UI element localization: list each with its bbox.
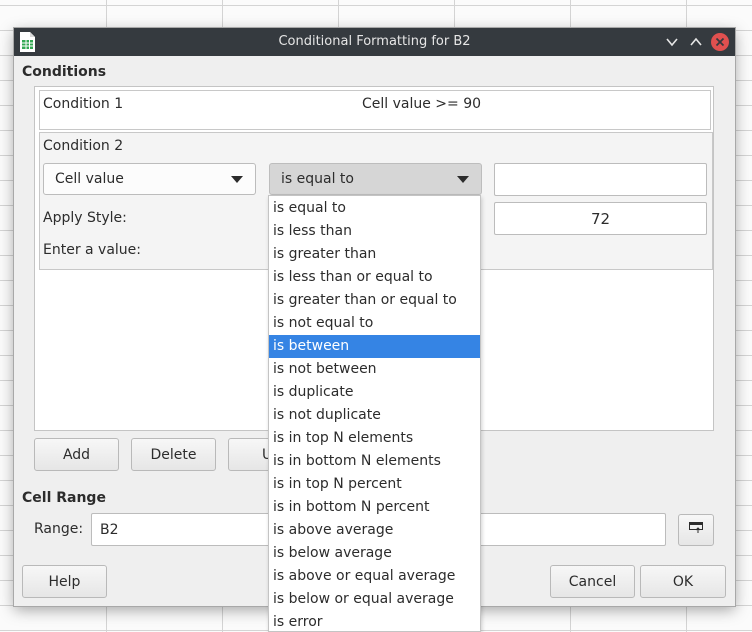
operator-option[interactable]: is not equal to (269, 312, 480, 335)
dialog-title: Conditional Formatting for B2 (278, 34, 471, 49)
enter-value-label: Enter a value: (43, 242, 142, 258)
close-icon (711, 33, 729, 51)
condition-1-entry[interactable]: Condition 1 Cell value >= 90 (39, 90, 711, 130)
operator-option[interactable]: is duplicate (269, 381, 480, 404)
chevron-down-icon[interactable] (662, 32, 682, 52)
conditions-heading: Conditions (22, 64, 107, 80)
condition-1-summary: Cell value >= 90 (362, 96, 482, 112)
add-button[interactable]: Add (34, 438, 119, 471)
operator-option[interactable]: is in top N percent (269, 473, 480, 496)
operator-option[interactable]: is greater than or equal to (269, 289, 480, 312)
operator-option[interactable]: is below average (269, 542, 480, 565)
operator-option[interactable]: is error (269, 611, 480, 632)
operator-option[interactable]: is not duplicate (269, 404, 480, 427)
cancel-button[interactable]: Cancel (550, 565, 635, 598)
operator-option[interactable]: is above average (269, 519, 480, 542)
operator-combo[interactable]: is equal to (269, 163, 482, 195)
apply-style-label: Apply Style: (43, 210, 127, 226)
operator-dropdown-list[interactable]: is equal to is less than is greater than is… (268, 195, 481, 632)
chevron-down-icon (231, 176, 243, 183)
chevron-down-icon (457, 176, 469, 183)
cell-range-heading: Cell Range (22, 490, 106, 506)
operator-option[interactable]: is not between (269, 358, 480, 381)
close-button[interactable] (710, 32, 730, 52)
chevron-up-icon[interactable] (686, 32, 706, 52)
condition-type-value: Cell value (55, 171, 124, 187)
operator-option[interactable]: is less than (269, 220, 480, 243)
operator-option[interactable]: is above or equal average (269, 565, 480, 588)
operator-option[interactable]: is between (269, 335, 480, 358)
operator-option[interactable]: is greater than (269, 243, 480, 266)
value-input[interactable] (494, 163, 707, 196)
condition-1-label: Condition 1 (43, 96, 124, 112)
value2-input[interactable]: 72 (494, 202, 707, 235)
condition-type-combo[interactable]: Cell value (43, 163, 256, 195)
range-label: Range: (34, 521, 84, 537)
shrink-button[interactable] (678, 514, 714, 546)
operator-option[interactable]: is in top N elements (269, 427, 480, 450)
shrink-dialog-icon (689, 522, 703, 538)
help-button[interactable]: Help (22, 565, 107, 598)
delete-button[interactable]: Delete (131, 438, 216, 471)
operator-value: is equal to (281, 171, 354, 187)
operator-option[interactable]: is in bottom N elements (269, 450, 480, 473)
ok-button[interactable]: OK (640, 565, 726, 598)
condition-2-label: Condition 2 (43, 138, 124, 154)
operator-option[interactable]: is below or equal average (269, 588, 480, 611)
operator-option[interactable]: is less than or equal to (269, 266, 480, 289)
title-bar[interactable]: Conditional Formatting for B2 (14, 28, 735, 56)
operator-option[interactable]: is equal to (269, 197, 480, 220)
operator-option[interactable]: is in bottom N percent (269, 496, 480, 519)
